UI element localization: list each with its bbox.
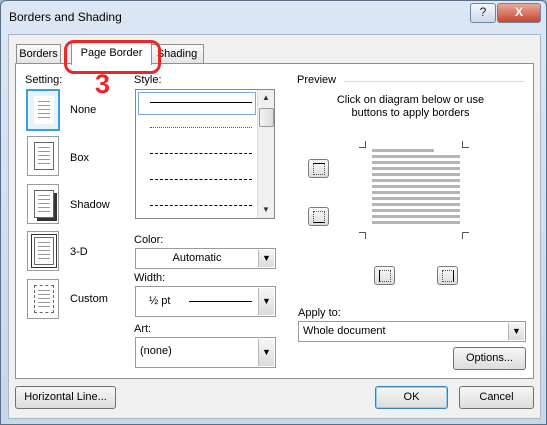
dropdown-arrow-icon[interactable]: ▼ [258,339,274,366]
setting-3d-icon[interactable] [27,231,59,271]
dropdown-arrow-icon[interactable]: ▼ [508,323,524,340]
left-border-icon [379,270,391,282]
apply-to-label: Apply to: [298,307,341,319]
preview-text-line [372,161,460,164]
style-dash-dot-line[interactable] [150,205,252,206]
dialog-title: Borders and Shading [9,10,122,24]
preview-instruction-1: Click on diagram below or use [336,94,485,106]
help-button[interactable]: ? [470,3,496,23]
width-dropdown[interactable]: ½ pt ▼ [135,286,276,317]
setting-3d-label[interactable]: 3-D [70,246,88,258]
close-button[interactable]: X [497,3,541,23]
preview-instruction-2: buttons to apply borders [351,107,470,119]
preview-text-line [372,209,460,212]
width-value: ½ pt [149,295,171,307]
color-dropdown[interactable]: Automatic ▼ [135,248,276,269]
scroll-thumb[interactable] [259,108,274,127]
dropdown-arrow-icon[interactable]: ▼ [258,250,274,267]
top-border-button[interactable] [308,159,329,178]
setting-shadow-icon[interactable] [27,184,59,224]
setting-none-label[interactable]: None [70,104,96,116]
preview-text-line [372,179,460,182]
art-value: (none) [140,345,172,357]
style-long-dash-line[interactable] [150,179,252,180]
preview-text-line [372,221,460,224]
step-number-annotation: 3 [95,69,111,99]
color-value: Automatic [172,252,222,264]
preview-corner-mark [462,141,469,148]
style-dotted-line[interactable] [150,127,252,128]
preview-corner-mark [359,232,366,239]
width-sample-line [189,301,252,302]
preview-text-line [372,155,460,158]
setting-box-label[interactable]: Box [70,152,89,164]
width-label: Width: [134,272,166,284]
page-3d-icon [31,234,57,268]
style-scrollbar[interactable]: ▲ ▼ [257,90,274,218]
tab-highlight-annotation [64,40,161,74]
color-label: Color: [134,234,164,246]
page-custom-icon [34,285,54,313]
dropdown-arrow-icon[interactable]: ▼ [258,288,274,315]
setting-none-icon[interactable] [26,89,60,131]
scroll-down-arrow-icon[interactable]: ▼ [259,203,273,217]
preview-text-line [372,197,460,200]
style-dashed-line[interactable] [150,153,252,154]
setting-custom-icon[interactable] [27,279,59,319]
preview-corner-mark [359,141,366,148]
page-shadow-icon [34,190,54,218]
top-border-icon [313,163,325,175]
dialog-client-area: Borders Page Border Shading 3 Setting: N… [8,34,541,419]
style-solid-line[interactable] [150,102,252,103]
art-label: Art: [134,323,152,335]
setting-box-icon[interactable] [27,136,59,176]
preview-corner-mark [462,232,469,239]
page-none-icon [34,96,54,124]
tab-borders[interactable]: Borders [16,44,61,64]
preview-label: Preview [297,74,337,86]
borders-and-shading-dialog: Borders and Shading ? X Borders Page Bor… [0,0,547,425]
preview-text-line [372,185,460,188]
preview-text-line [372,191,460,194]
left-border-button[interactable] [374,266,395,285]
bottom-border-icon [313,211,325,223]
apply-to-value: Whole document [303,325,386,337]
setting-custom-label[interactable]: Custom [70,293,108,305]
ok-button[interactable]: OK [375,386,448,409]
page-border-panel: Setting: None Box Shadow 3-D Custom Styl… [15,63,534,379]
style-label: Style: [134,74,162,86]
preview-text-line [372,215,460,218]
style-selected-item[interactable] [138,92,256,115]
cancel-button[interactable]: Cancel [459,386,534,409]
page-box-icon [34,142,54,170]
horizontal-line-button[interactable]: Horizontal Line... [15,386,116,409]
right-border-icon [442,270,454,282]
preview-text-line [372,173,460,176]
preview-text-line [372,203,460,206]
preview-text-line [372,149,434,152]
art-dropdown[interactable]: (none) ▼ [135,337,276,368]
style-listbox[interactable]: ▲ ▼ [135,89,275,219]
apply-to-dropdown[interactable]: Whole document ▼ [298,321,526,342]
title-bar[interactable]: Borders and Shading ? X [1,1,546,34]
right-border-button[interactable] [437,266,458,285]
setting-label: Setting: [25,74,63,86]
scroll-up-arrow-icon[interactable]: ▲ [259,91,273,105]
preview-text-line [372,167,460,170]
preview-group-line [344,81,524,82]
bottom-border-button[interactable] [308,207,329,226]
options-button[interactable]: Options... [453,347,526,370]
setting-shadow-label[interactable]: Shadow [70,199,110,211]
